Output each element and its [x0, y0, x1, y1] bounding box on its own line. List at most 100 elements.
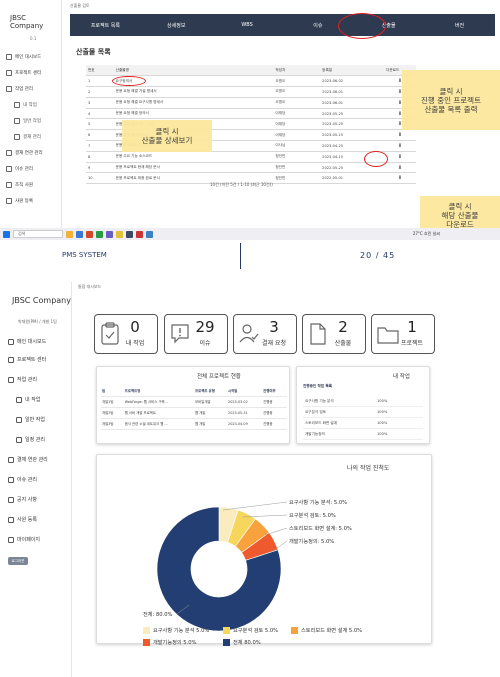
project-icon	[8, 356, 14, 363]
task-panel-header: 진행중인 작업 목록	[303, 384, 332, 388]
nav-tab-project-list[interactable]: 프로젝트 목록	[70, 14, 141, 36]
sidebar-item-approval[interactable]: 결재 연관 관리	[8, 456, 48, 463]
table-cell: 2022-05-01	[320, 172, 385, 185]
app3-icon[interactable]	[146, 230, 153, 238]
explorer-icon[interactable]	[66, 230, 73, 238]
table-row[interactable]: 2 운용 요청 해결 가설 명세서 오명오 2023-06-01 ⬇	[86, 86, 416, 98]
legend-swatch	[223, 627, 230, 634]
top-sidebar-item-main[interactable]: 메인 대시보드	[6, 54, 41, 60]
slide-header: PMS SYSTEM 20 / 45	[0, 243, 500, 269]
sidebar-item-notice[interactable]: 공지 사항	[8, 496, 37, 503]
top-sidebar: JBSC Company 0.1 메인 대시보드 프로젝트 센터 작업 관리 내…	[0, 0, 62, 228]
sidebar-item-main[interactable]: 메인 대시보드	[8, 338, 46, 345]
top-sidebar-item-approval[interactable]: 결재 관리	[14, 134, 41, 140]
card-deliverable[interactable]: 2 산출물	[302, 314, 366, 354]
table-row[interactable]: 3 운용 요청 해결 요구사항 명세서 오명오 2023-06-01 ⬇	[86, 97, 416, 109]
top-version: 0.1	[30, 36, 37, 41]
sidebar-item-task[interactable]: 작업 관리	[8, 376, 37, 383]
project-cell: WebForge: 웹 서비스 구축...	[123, 396, 194, 408]
top-sidebar-item-project[interactable]: 프로젝트 센터	[6, 70, 41, 76]
project-table-header: 팀 프로젝트명 프로젝트 유형 시작일 진행여부	[101, 385, 287, 397]
sidebar-item-mypage[interactable]: 마이페이지	[8, 536, 40, 543]
card-project[interactable]: 1 프로젝트	[371, 314, 435, 354]
card-my-task[interactable]: 0 내 작업	[94, 314, 158, 354]
deliverable-name[interactable]: 운용 프로젝트 현재 해당 문서	[113, 162, 274, 174]
office-icon[interactable]	[86, 230, 93, 238]
logout-button[interactable]: 로그아웃	[8, 557, 28, 565]
sidebar-item-my-task[interactable]: 내 작업	[16, 396, 40, 403]
card-approval-label: 결재 요청	[262, 340, 286, 347]
task-row[interactable]: 스토리보드 화면 설계 100%	[303, 419, 423, 429]
project-cell: 2023-03-02	[227, 396, 263, 408]
top-sidebar-item-task[interactable]: 작업 관리	[6, 86, 33, 92]
project-row[interactable]: 개발1팀 WebForge: 웹 서비스 구축... 모바일개발 2023-03-02…	[101, 396, 287, 408]
home-icon	[6, 54, 12, 60]
kakao-icon[interactable]	[116, 230, 123, 238]
legend-label: 요구분석 검토 5.0%	[233, 628, 279, 634]
clipboard-icon	[101, 322, 119, 345]
nav-tab-detail[interactable]: 상세정보	[141, 14, 212, 36]
project-panel-title: 전체 프로젝트 현황	[197, 374, 241, 380]
terminal-icon[interactable]	[126, 230, 133, 238]
page-counter: 20 / 45	[360, 251, 396, 260]
deliverable-name[interactable]: 운용 요청 해결 요구사항 명세서	[113, 97, 274, 109]
task-row[interactable]: 개발기능정의 100%	[303, 430, 423, 440]
people-icon	[6, 182, 12, 188]
table-cell: 2023-06-01	[320, 86, 385, 98]
taskbar-search[interactable]: 검색	[13, 230, 63, 238]
download-icon[interactable]: ⬇	[384, 151, 416, 163]
project-cell: 2023-05-31	[227, 407, 263, 419]
task-icon	[6, 86, 12, 92]
sidebar-item-register[interactable]: 사원 등록	[8, 516, 37, 523]
top-sidebar-item-issue[interactable]: 이슈 관리	[6, 166, 33, 172]
highlight-deliverable-tab	[338, 13, 386, 39]
slice-label: 요구분석 검토: 5.0%	[289, 513, 336, 519]
sidebar-item-issue[interactable]: 이슈 관리	[8, 476, 37, 483]
table-row[interactable]: 4 운용 요청 해결 정의서 이재당 2023-05-25 ⬇	[86, 108, 416, 120]
deliverable-name[interactable]: 운용 요청 해결 가설 명세서	[113, 86, 274, 98]
task-name: 스토리보드 화면 설계	[305, 421, 338, 425]
top-sidebar-item-approval-rel[interactable]: 결재 연관 관리	[6, 150, 43, 156]
top-sidebar-item-org[interactable]: 조직 사원	[6, 182, 33, 188]
sidebar-item-general-task[interactable]: 일반 작업	[16, 416, 45, 423]
top-sidebar-item-general-task[interactable]: 일반 작업	[14, 118, 41, 124]
sidebar-item-project[interactable]: 프로젝트 센터	[8, 356, 46, 363]
bottom-logo: JBSC Company	[12, 296, 71, 305]
task-row[interactable]: 요구분석 검토 100%	[303, 408, 423, 418]
project-row[interactable]: 개발3팀 음식 관련 소셜 네트워크 웹 ... 웹 개발 2023-04-09 진행중	[101, 418, 287, 430]
project-row[interactable]: 개발2팀 웹 서버 개발 프로젝트 웹 개발 2023-05-31 진행중	[101, 407, 287, 419]
top-breadcrumb: 산출물 검토	[70, 3, 90, 8]
task-progress: 100%	[377, 399, 388, 403]
task-progress: 100%	[377, 421, 388, 425]
deliverable-name[interactable]: 운용 주요 기능 소스코드	[113, 151, 274, 163]
approval-icon	[239, 324, 259, 343]
task-row[interactable]: 요구사항 기능 분석 100%	[303, 397, 423, 407]
card-approval[interactable]: 3 결재 요청	[233, 314, 297, 354]
app2-icon[interactable]	[136, 230, 143, 238]
download-icon[interactable]: ⬇	[384, 129, 416, 142]
app-icon[interactable]	[106, 230, 113, 238]
legend-item: 요구분석 검토 5.0%	[223, 627, 278, 634]
top-sidebar-item-my-task[interactable]: 내 작업	[14, 102, 37, 108]
table-cell: 10	[86, 172, 114, 185]
nav-tab-version[interactable]: 버전	[424, 14, 495, 36]
slice-label: 전체: 80.0%	[143, 612, 173, 618]
bottom-sidebar: JBSC Company 박재원(PM) / 개발 1팀 메인 대시보드 프로젝…	[0, 282, 72, 677]
card-project-label: 프로젝트	[400, 340, 424, 347]
download-icon[interactable]: ⬇	[384, 172, 416, 185]
download-icon[interactable]: ⬇	[384, 140, 416, 152]
card-issue[interactable]: 29 이슈	[164, 314, 228, 354]
table-cell: 2023-05-15	[320, 129, 385, 142]
project-cell: 웹 개발	[193, 418, 228, 430]
col-no: 번호	[86, 65, 114, 77]
chrome-icon[interactable]	[96, 230, 103, 238]
edge-icon[interactable]	[76, 230, 83, 238]
sidebar-item-schedule[interactable]: 일정 관리	[16, 436, 45, 443]
table-cell: 2023-06-01	[320, 97, 385, 109]
nav-tab-wbs[interactable]: WBS	[212, 14, 283, 36]
deliverable-name[interactable]: 운용 요청 해결 정의서	[113, 108, 274, 120]
table-cell: 이재당	[273, 129, 321, 142]
top-sidebar-item-register[interactable]: 사원 등록	[6, 198, 33, 204]
windows-start-icon[interactable]	[3, 230, 10, 238]
download-icon[interactable]: ⬇	[384, 162, 416, 174]
